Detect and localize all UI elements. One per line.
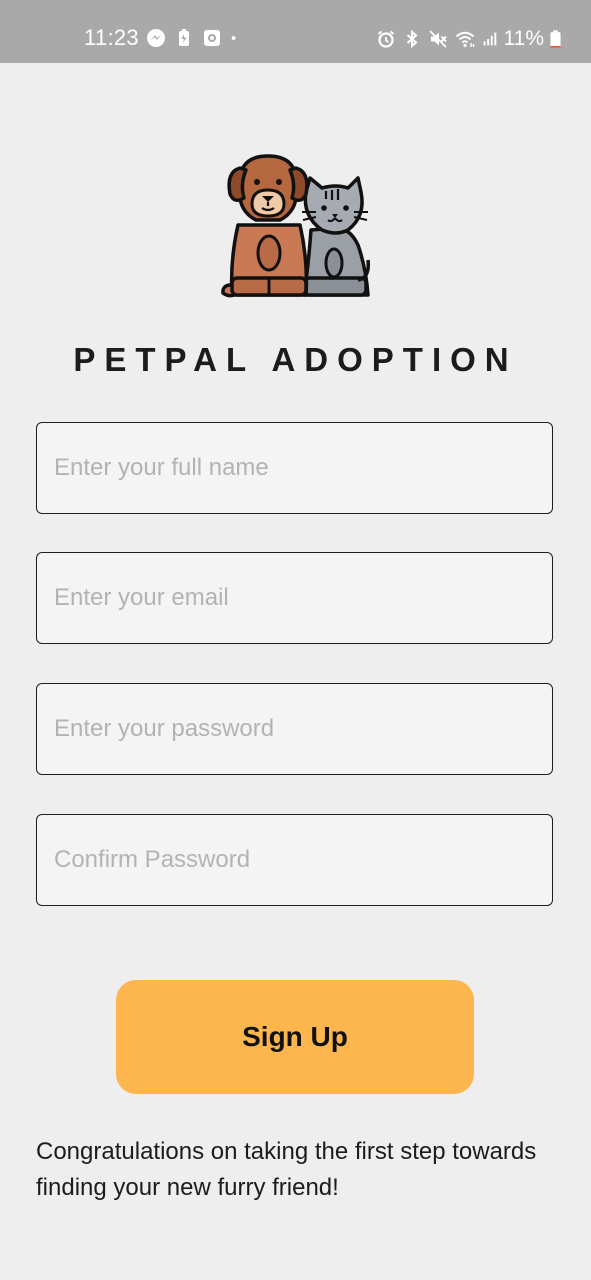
bluetooth-icon (406, 29, 418, 49)
system-icons: 11% (376, 26, 561, 52)
screen-record-icon (204, 30, 220, 46)
wifi-icon (455, 31, 474, 48)
dot-icon (231, 36, 236, 40)
app-title: PETPAL ADOPTION (73, 341, 518, 378)
status-time: 11:23 (84, 25, 139, 50)
cat-illustration (302, 176, 371, 297)
full-name-input[interactable] (36, 422, 553, 514)
alarm-icon (377, 30, 394, 48)
battery-saver-icon (179, 29, 189, 46)
dog-illustration (221, 154, 309, 298)
battery-percentage: 11% (503, 27, 544, 50)
mute-icon (428, 30, 447, 48)
battery-level (550, 45, 561, 48)
messenger-icon (147, 29, 165, 47)
confirm-password-input[interactable] (36, 814, 553, 906)
password-input[interactable] (36, 683, 553, 775)
battery-icon (550, 30, 561, 48)
notification-icons (146, 28, 242, 48)
welcome-message: Congratulations on taking the first step… (36, 1138, 537, 1201)
dog-and-cat-logo (221, 154, 371, 298)
email-input[interactable] (36, 552, 553, 644)
signal-icon (483, 32, 496, 46)
sign-up-button[interactable]: Sign Up (116, 980, 474, 1094)
status-bar: 11:23 11% (0, 0, 591, 63)
